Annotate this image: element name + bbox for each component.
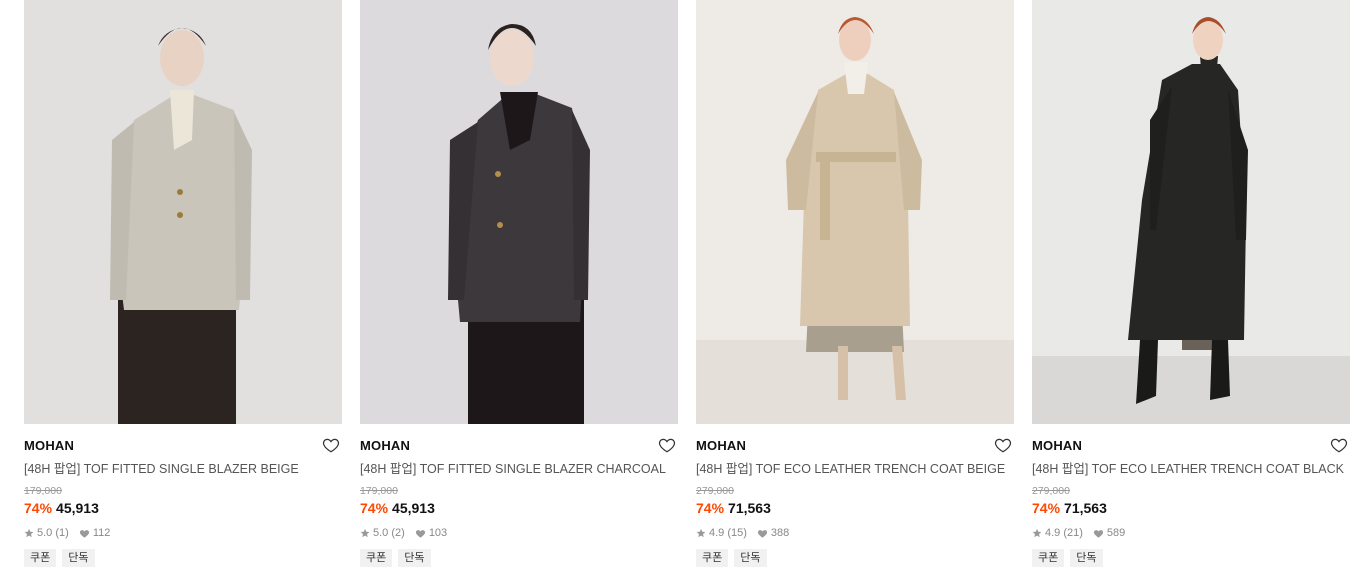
heart-outline-icon[interactable] xyxy=(1330,436,1350,456)
sale-price: 71,563 xyxy=(1064,500,1107,516)
heart-filled-icon xyxy=(757,529,767,538)
tag-exclusive: 단독 xyxy=(398,549,431,567)
rating: 5.0 xyxy=(37,527,53,539)
like-count: 112 xyxy=(92,527,111,539)
original-price: 179,000 xyxy=(24,485,62,497)
product-card[interactable]: MOHAN [48H 팝업] TOF FITTED SINGLE BLAZER … xyxy=(24,0,342,581)
review-count: (15) xyxy=(727,527,747,539)
product-card[interactable]: MOHAN [48H 팝업] TOF FITTED SINGLE BLAZER … xyxy=(360,0,678,581)
product-card[interactable]: MOHAN [48H 팝업] TOF ECO LEATHER TRENCH CO… xyxy=(1032,0,1350,581)
discount-rate: 74% xyxy=(1032,500,1061,516)
product-image[interactable] xyxy=(1032,0,1350,424)
product-grid: MOHAN [48H 팝업] TOF FITTED SINGLE BLAZER … xyxy=(0,0,1352,581)
tag-list: 쿠폰 단독 xyxy=(24,549,342,567)
brand-name[interactable]: MOHAN xyxy=(1032,438,1082,453)
product-meta: 4.9 (15) 388 xyxy=(696,526,1014,540)
heart-filled-icon xyxy=(1093,529,1103,538)
heart-outline-icon[interactable] xyxy=(322,436,342,456)
rating: 5.0 xyxy=(373,527,389,539)
product-image[interactable] xyxy=(360,0,678,424)
discount-rate: 74% xyxy=(24,500,53,516)
price-row: 74% 45,913 xyxy=(360,499,678,517)
tag-coupon: 쿠폰 xyxy=(24,549,57,567)
tag-exclusive: 단독 xyxy=(1070,549,1103,567)
sale-price: 45,913 xyxy=(56,500,99,516)
brand-name[interactable]: MOHAN xyxy=(696,438,746,453)
product-image[interactable] xyxy=(24,0,342,424)
rating: 4.9 xyxy=(1045,527,1061,539)
price-row: 74% 71,563 xyxy=(1032,499,1350,517)
product-meta: 5.0 (2) 103 xyxy=(360,526,678,540)
star-icon xyxy=(24,528,34,538)
price-row: 74% 71,563 xyxy=(696,499,1014,517)
tag-coupon: 쿠폰 xyxy=(696,549,729,567)
tag-exclusive: 단독 xyxy=(734,549,767,567)
brand-name[interactable]: MOHAN xyxy=(360,438,410,453)
star-icon xyxy=(360,528,370,538)
tag-coupon: 쿠폰 xyxy=(1032,549,1065,567)
heart-filled-icon xyxy=(415,529,425,538)
product-meta: 5.0 (1) 112 xyxy=(24,526,342,540)
discount-rate: 74% xyxy=(696,500,725,516)
product-name[interactable]: [48H 팝업] TOF ECO LEATHER TRENCH COAT BLA… xyxy=(1032,460,1350,478)
heart-filled-icon xyxy=(79,529,89,538)
original-price: 179,000 xyxy=(360,485,398,497)
tag-list: 쿠폰 단독 xyxy=(1032,549,1350,567)
heart-outline-icon[interactable] xyxy=(994,436,1014,456)
price-row: 74% 45,913 xyxy=(24,499,342,517)
product-meta: 4.9 (21) 589 xyxy=(1032,526,1350,540)
original-price: 279,000 xyxy=(696,485,734,497)
star-icon xyxy=(1032,528,1042,538)
review-count: (2) xyxy=(391,527,405,539)
product-name[interactable]: [48H 팝업] TOF ECO LEATHER TRENCH COAT BEI… xyxy=(696,460,1014,478)
tag-list: 쿠폰 단독 xyxy=(360,549,678,567)
heart-outline-icon[interactable] xyxy=(658,436,678,456)
rating: 4.9 xyxy=(709,527,725,539)
sale-price: 45,913 xyxy=(392,500,435,516)
brand-name[interactable]: MOHAN xyxy=(24,438,74,453)
product-image[interactable] xyxy=(696,0,1014,424)
product-card[interactable]: MOHAN [48H 팝업] TOF ECO LEATHER TRENCH CO… xyxy=(696,0,1014,581)
tag-list: 쿠폰 단독 xyxy=(696,549,1014,567)
original-price: 279,000 xyxy=(1032,485,1070,497)
like-count: 388 xyxy=(770,527,790,539)
sale-price: 71,563 xyxy=(728,500,771,516)
tag-coupon: 쿠폰 xyxy=(360,549,393,567)
review-count: (1) xyxy=(55,527,69,539)
discount-rate: 74% xyxy=(360,500,389,516)
like-count: 103 xyxy=(428,527,448,539)
product-name[interactable]: [48H 팝업] TOF FITTED SINGLE BLAZER BEIGE xyxy=(24,460,342,478)
tag-exclusive: 단독 xyxy=(62,549,95,567)
product-name[interactable]: [48H 팝업] TOF FITTED SINGLE BLAZER CHARCO… xyxy=(360,460,678,478)
star-icon xyxy=(696,528,706,538)
review-count: (21) xyxy=(1063,527,1083,539)
like-count: 589 xyxy=(1106,527,1126,539)
